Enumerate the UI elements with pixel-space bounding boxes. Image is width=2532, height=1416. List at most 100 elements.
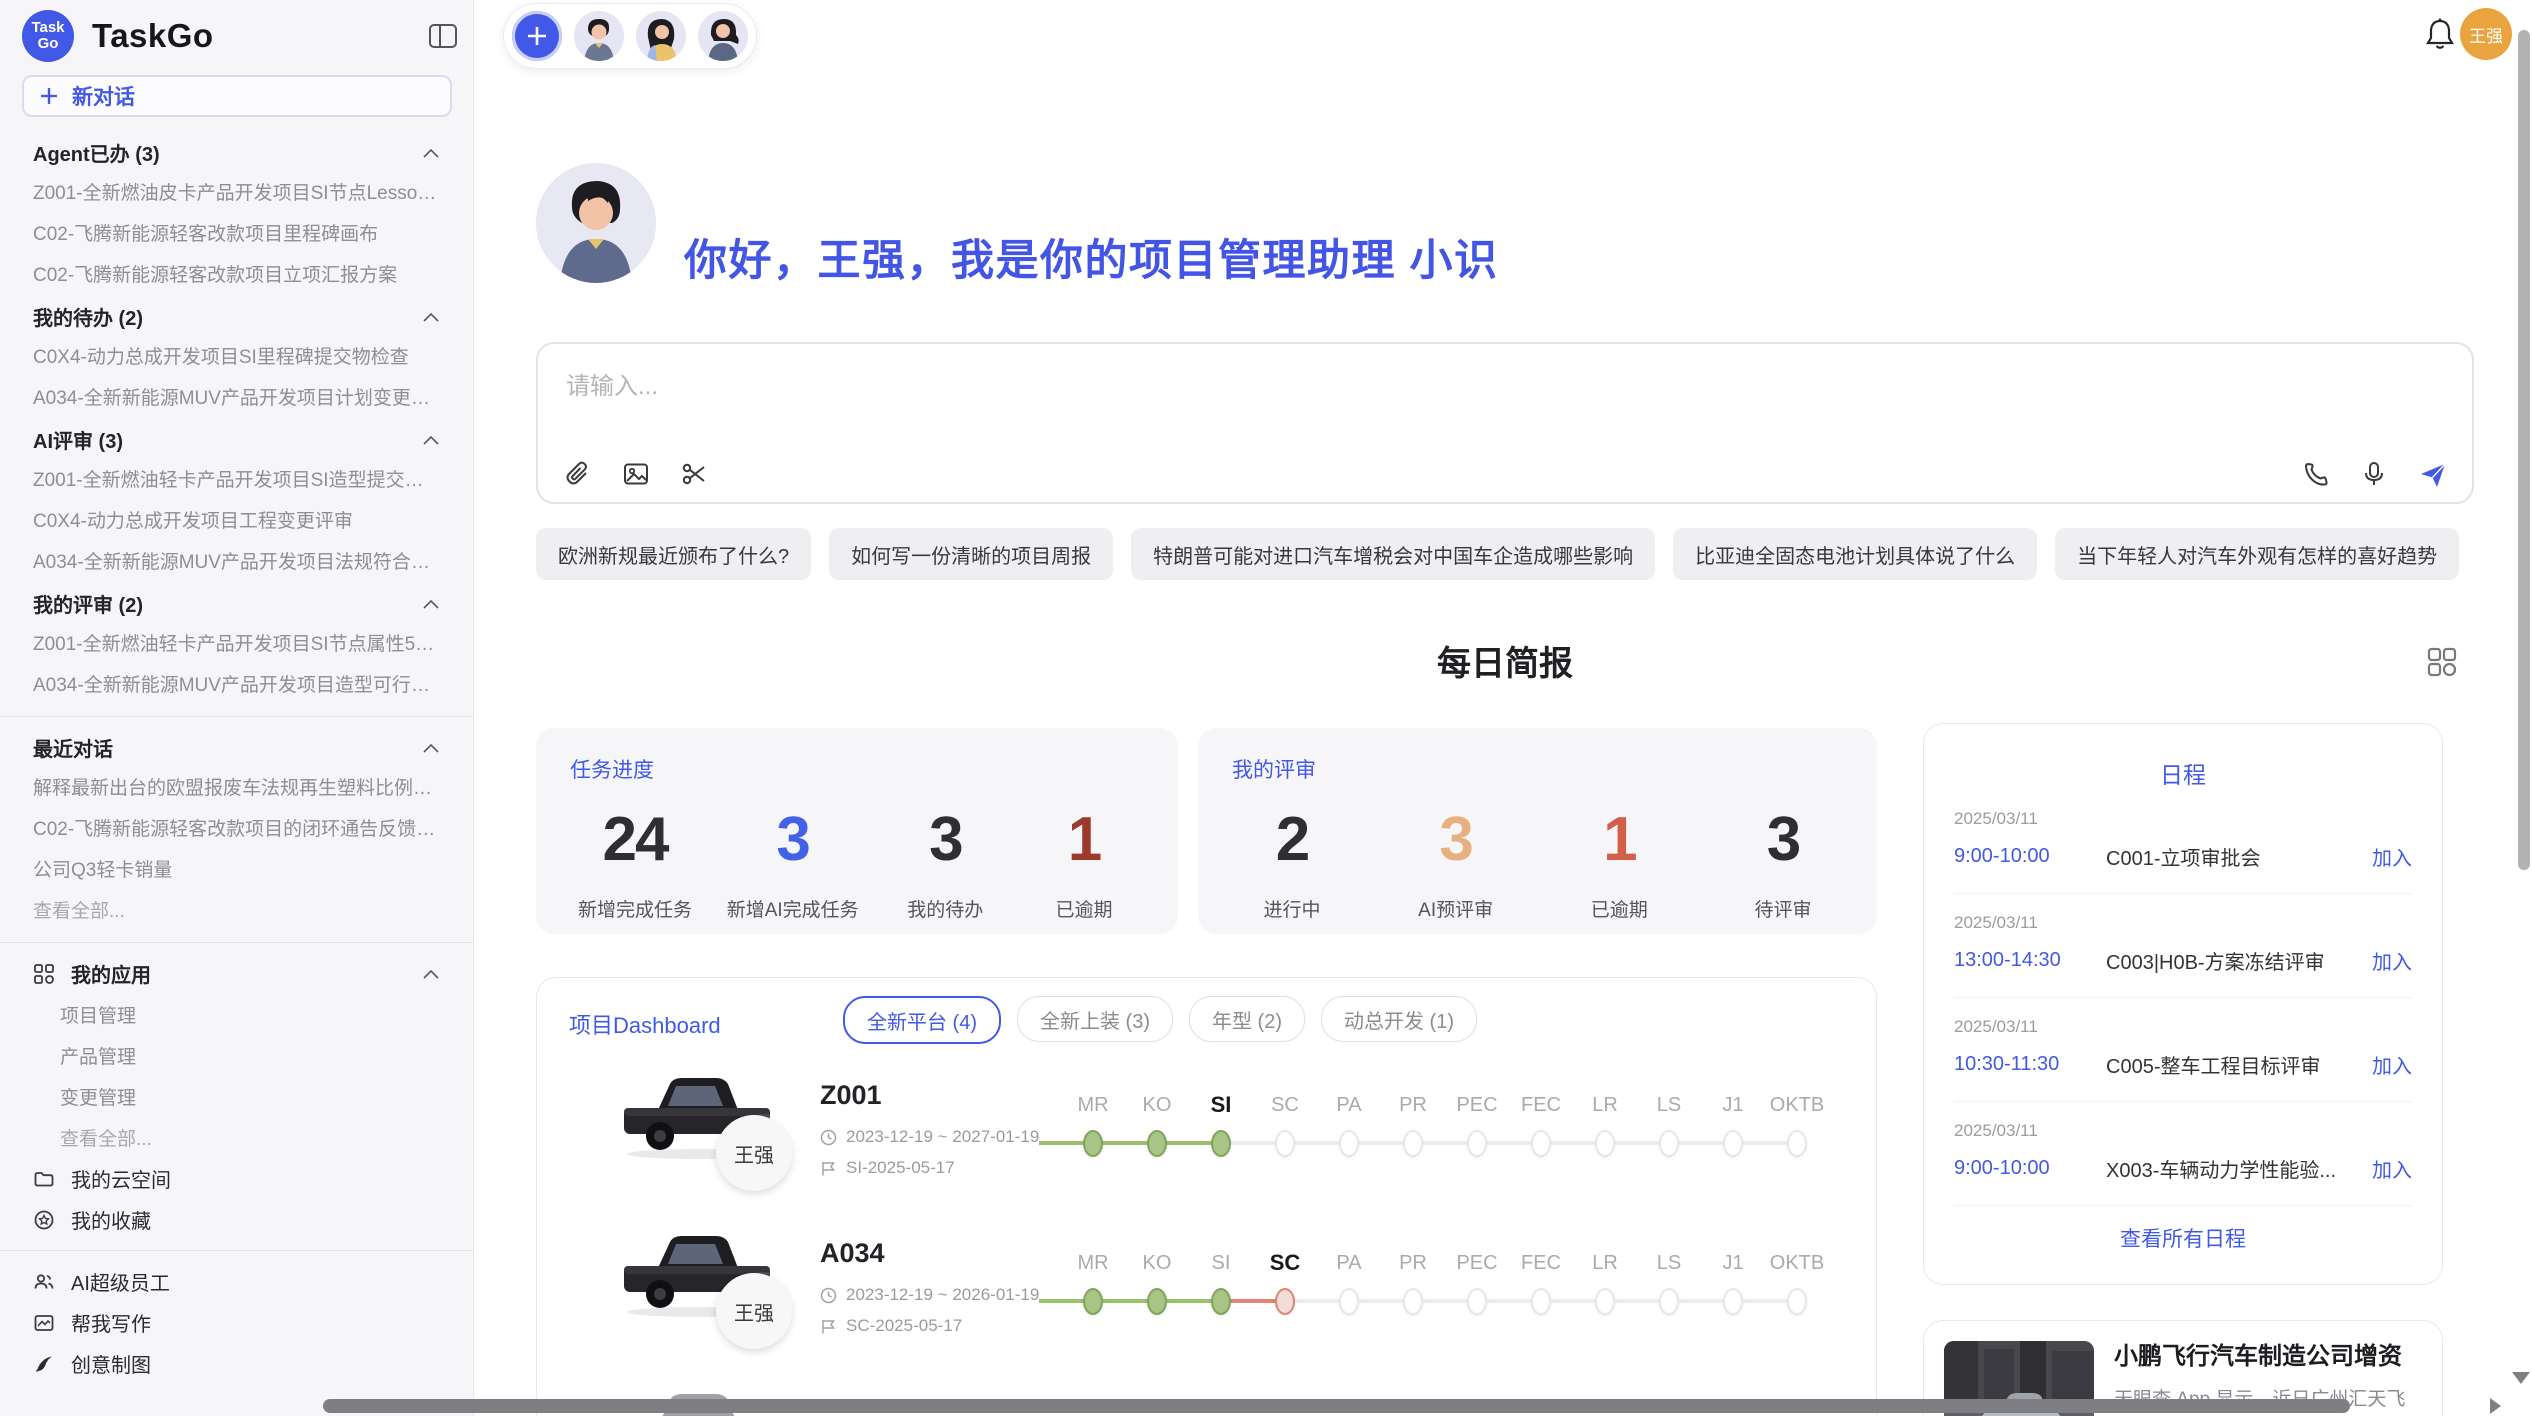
sidebar-collapse-icon[interactable]	[428, 22, 458, 50]
app-item-project-mgmt[interactable]: 项目管理	[0, 994, 473, 1035]
send-icon[interactable]	[2418, 460, 2446, 488]
app-item-product-mgmt[interactable]: 产品管理	[0, 1035, 473, 1076]
suggestion-chip[interactable]: 欧洲新规最近颁布了什么?	[536, 528, 811, 580]
task-item[interactable]: C0X4-动力总成开发项目SI里程碑提交物检查	[0, 337, 473, 378]
sidebar-item-cloud-space[interactable]: 我的云空间	[0, 1158, 473, 1199]
section-my-todo[interactable]: 我的待办 (2)	[0, 296, 473, 337]
agent-avatar[interactable]	[698, 11, 748, 61]
section-my-review[interactable]: 我的评审 (2)	[0, 583, 473, 624]
task-item[interactable]: C02-飞腾新能源轻客改款项目立项汇报方案	[0, 255, 473, 296]
sidebar-item-creative-draw[interactable]: 创意制图	[0, 1343, 473, 1384]
milestone-label: PEC	[1445, 1094, 1509, 1117]
metric: 1 已逾期	[1032, 804, 1136, 922]
milestone-dot-pending	[1787, 1288, 1807, 1315]
project-row[interactable]: 王强 A034 2023-12-19 ~ 2026-01-19 SC-2025-…	[537, 1216, 1876, 1368]
sidebar-item-help-write[interactable]: 帮我写作	[0, 1302, 473, 1343]
task-item[interactable]: Z001-全新燃油轻卡产品开发项目SI造型提交物评审	[0, 460, 473, 501]
section-agent-done[interactable]: Agent已办 (3)	[0, 132, 473, 173]
milestone-dot-pending	[1275, 1130, 1295, 1157]
task-item[interactable]: C02-飞腾新能源轻客改款项目里程碑画布	[0, 214, 473, 255]
chevron-up-icon	[423, 435, 439, 445]
app-item-change-mgmt[interactable]: 变更管理	[0, 1076, 473, 1117]
agent-avatar[interactable]	[574, 11, 624, 61]
user-name: 王强	[2469, 22, 2503, 47]
sidebar-item-ai-staff[interactable]: AI超级员工	[0, 1261, 473, 1302]
add-agent-button[interactable]	[512, 11, 562, 61]
next-node: SC-2025-05-17	[846, 1316, 962, 1336]
horizontal-scrollbar[interactable]	[323, 1399, 2350, 1413]
tab-upfit[interactable]: 全新上装 (3)	[1017, 996, 1173, 1042]
schedule-date: 2025/03/11	[1954, 1017, 2412, 1037]
task-item[interactable]: Z001-全新燃油轻卡产品开发项目SI节点属性5D文件评审	[0, 624, 473, 665]
date-range: 2023-12-19 ~ 2026-01-19	[846, 1285, 1039, 1305]
section-title: 最近对话	[33, 733, 113, 762]
microphone-icon[interactable]	[2360, 460, 2388, 488]
scissors-icon[interactable]	[680, 460, 708, 488]
milestone-dot-done	[1147, 1288, 1167, 1315]
milestone-label: SI	[1189, 1252, 1253, 1275]
milestone-dot-pending	[1467, 1288, 1487, 1315]
milestone-label: LR	[1573, 1252, 1637, 1275]
suggestion-chips: 欧洲新规最近颁布了什么? 如何写一份清晰的项目周报 特朗普可能对进口汽车增税会对…	[536, 528, 2459, 580]
recent-chat-item[interactable]: 公司Q3轻卡销量	[0, 850, 473, 891]
recent-chat-item[interactable]: C02-飞腾新能源轻客改款项目的闭环通告反馈情况	[0, 809, 473, 850]
notification-bell-icon[interactable]	[2422, 16, 2458, 54]
milestone-dot-done	[1211, 1288, 1231, 1315]
task-item[interactable]: C0X4-动力总成开发项目工程变更评审	[0, 501, 473, 542]
divider	[0, 1250, 473, 1251]
task-item[interactable]: A034-全新新能源MUV产品开发项目法规符合性评审	[0, 542, 473, 583]
section-ai-review[interactable]: AI评审 (3)	[0, 419, 473, 460]
new-chat-button[interactable]: 新对话	[22, 75, 452, 117]
app-title: TaskGo	[92, 17, 214, 55]
owner-name: 王强	[734, 1139, 774, 1168]
join-link[interactable]: 加入	[2372, 1154, 2412, 1183]
recent-view-all[interactable]: 查看全部...	[0, 891, 473, 932]
project-row[interactable]: 王强 Z001 2023-12-19 ~ 2027-01-19 SI-2025-…	[537, 1058, 1876, 1210]
sidebar-item-favorites[interactable]: 我的收藏	[0, 1199, 473, 1240]
apps-view-all[interactable]: 查看全部...	[0, 1117, 473, 1158]
folder-icon	[33, 1168, 55, 1190]
suggestion-chip[interactable]: 比亚迪全固态电池计划具体说了什么	[1673, 528, 2037, 580]
suggestion-chip[interactable]: 如何写一份清晰的项目周报	[829, 528, 1113, 580]
metric-label: 待评审	[1754, 895, 1811, 922]
task-item[interactable]: A034-全新新能源MUV产品开发项目造型可行性评审	[0, 665, 473, 706]
vertical-scrollbar[interactable]	[2518, 30, 2530, 870]
section-recent-chats[interactable]: 最近对话	[0, 727, 473, 768]
join-link[interactable]: 加入	[2372, 842, 2412, 871]
next-node: SI-2025-05-17	[846, 1158, 955, 1178]
schedule-item: 2025/03/11 13:00-14:30 C003|H0B-方案冻结评审 加…	[1954, 894, 2412, 998]
milestone-label: FEC	[1509, 1094, 1573, 1117]
phone-call-icon[interactable]	[2302, 460, 2330, 488]
logo-line-2: Go	[38, 36, 59, 52]
section-my-apps[interactable]: 我的应用	[0, 953, 473, 994]
image-icon[interactable]	[622, 460, 650, 488]
view-all-schedule-link[interactable]: 查看所有日程	[1954, 1206, 2412, 1270]
schedule-name: C003|H0B-方案冻结评审	[2106, 946, 2372, 975]
tab-powertrain[interactable]: 动总开发 (1)	[1321, 996, 1477, 1042]
recent-chat-item[interactable]: 解释最新出台的欧盟报废车法规再生塑料比例被调至15%...	[0, 768, 473, 809]
milestone-dot-pending	[1531, 1130, 1551, 1157]
suggestion-chip[interactable]: 特朗普可能对进口汽车增税会对中国车企造成哪些影响	[1131, 528, 1655, 580]
scroll-right-arrow[interactable]	[2490, 1398, 2501, 1414]
date-range: 2023-12-19 ~ 2027-01-19	[846, 1127, 1039, 1147]
agent-avatar[interactable]	[636, 11, 686, 61]
join-link[interactable]: 加入	[2372, 946, 2412, 975]
chat-input[interactable]	[564, 364, 2450, 446]
attachment-icon[interactable]	[564, 460, 592, 488]
user-avatar[interactable]: 王强	[2460, 8, 2512, 60]
suggestion-chip[interactable]: 当下年轻人对汽车外观有怎样的喜好趋势	[2055, 528, 2459, 580]
assistant-avatar	[536, 163, 656, 283]
task-item[interactable]: A034-全新新能源MUV产品开发项目计划变更表编写	[0, 378, 473, 419]
milestone-dot-pending	[1595, 1288, 1615, 1315]
tab-platform[interactable]: 全新平台 (4)	[843, 996, 1001, 1044]
tab-model-year[interactable]: 年型 (2)	[1189, 996, 1305, 1042]
star-badge-icon	[33, 1209, 55, 1231]
divider	[0, 942, 473, 943]
section-title: 我的应用	[71, 959, 151, 988]
new-chat-label: 新对话	[72, 81, 135, 111]
divider	[0, 716, 473, 717]
layout-grid-icon[interactable]	[2426, 646, 2458, 678]
scroll-down-arrow[interactable]	[2512, 1372, 2530, 1384]
join-link[interactable]: 加入	[2372, 1050, 2412, 1079]
task-item[interactable]: Z001-全新燃油皮卡产品开发项目SI节点Lesson Learn报告	[0, 173, 473, 214]
